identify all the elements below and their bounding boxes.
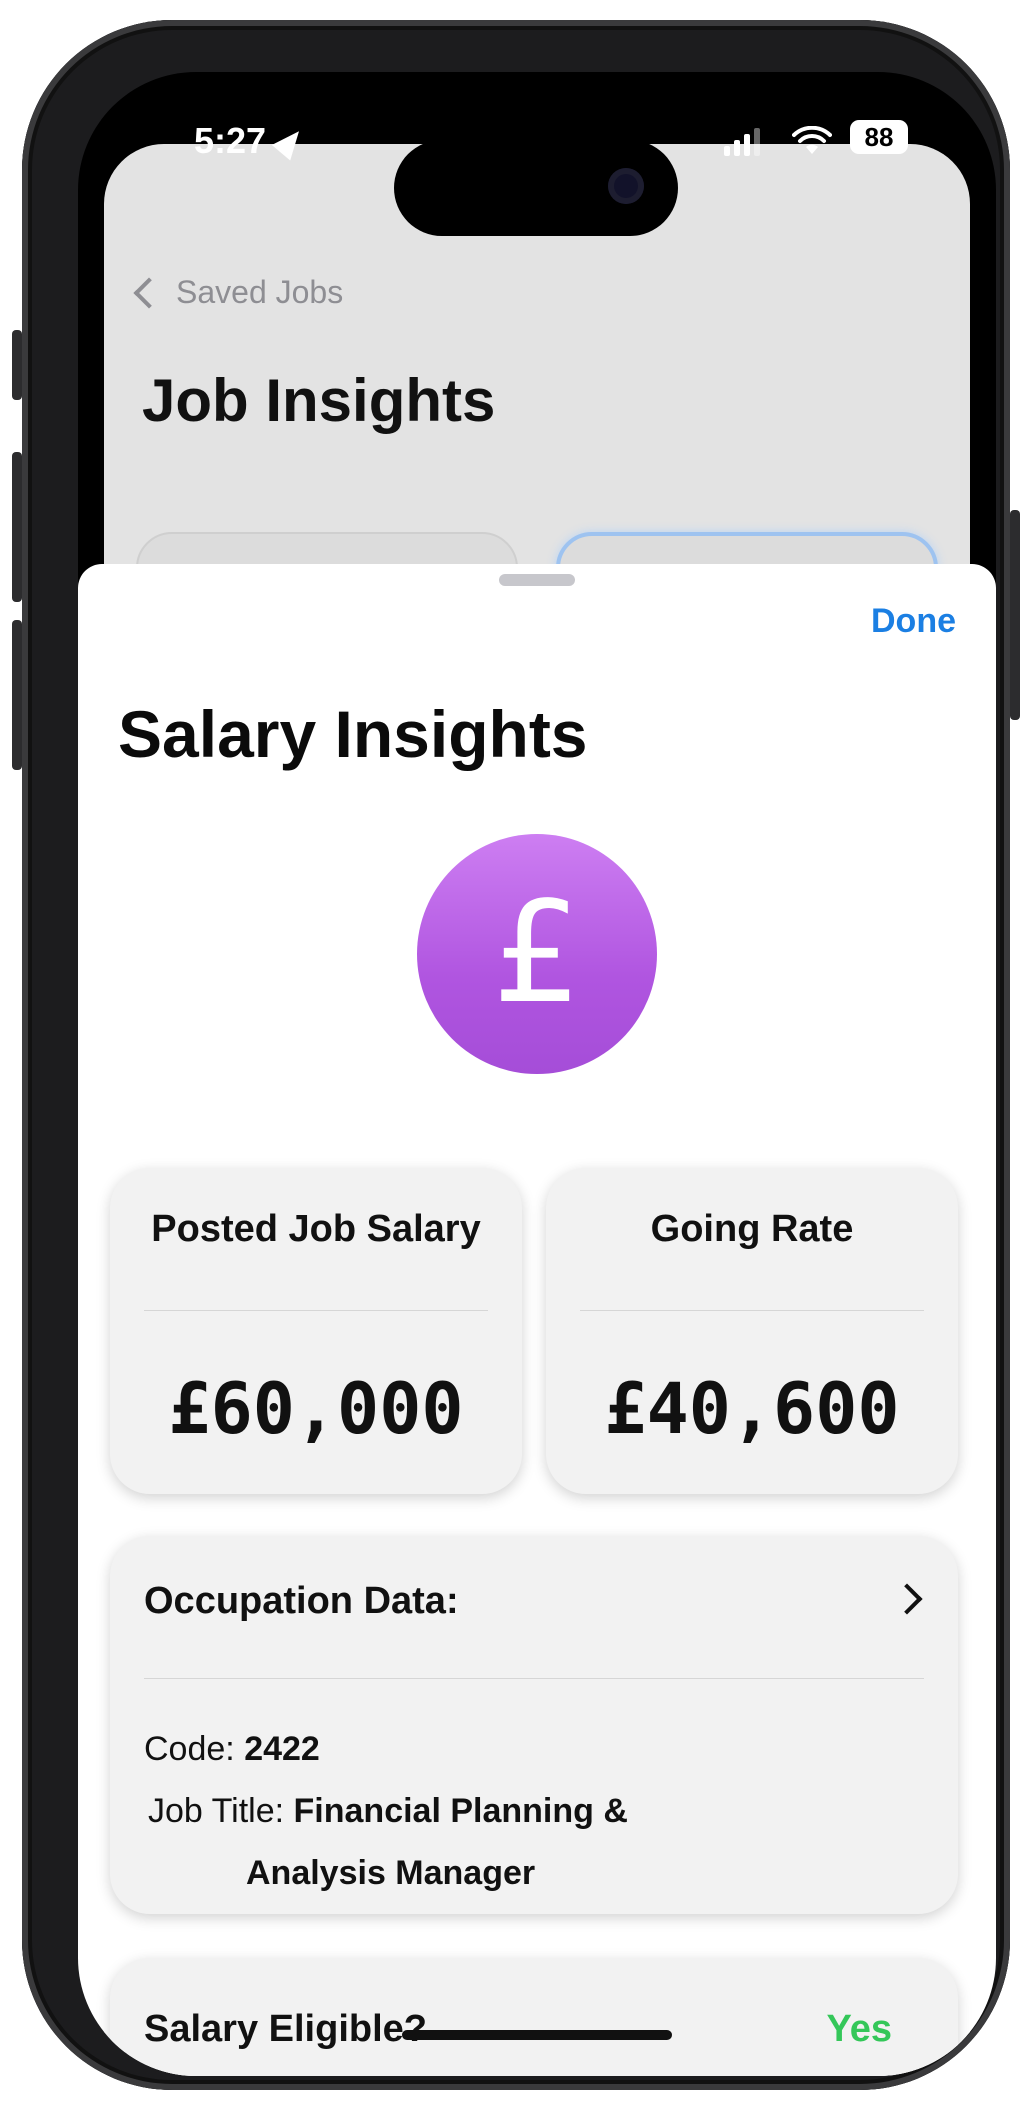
posted-salary-label: Posted Job Salary	[151, 1208, 481, 1250]
page-title: Job Insights	[142, 367, 496, 434]
salary-eligible-label: Salary Eligible?	[144, 2008, 427, 2050]
salary-eligible-value: Yes	[826, 2008, 892, 2050]
power-button	[1010, 510, 1020, 720]
status-bar: 5:27 88	[78, 120, 996, 236]
done-button[interactable]: Done	[871, 602, 956, 641]
going-rate-label: Going Rate	[650, 1208, 854, 1250]
posted-salary-card: Posted Job Salary £60,000	[110, 1168, 522, 1494]
volume-down-button	[12, 620, 22, 770]
screen: Saved Jobs Job Insights 5:27 88 Done Sal…	[78, 72, 996, 2076]
occupation-job-title: Job Title: Financial Planning &	[148, 1792, 628, 1831]
job-title-value-line1: Financial Planning &	[293, 1792, 628, 1830]
posted-salary-value: £60,000	[168, 1368, 464, 1450]
location-arrow-icon	[271, 123, 309, 161]
salary-insights-sheet: Done Salary Insights £ Posted Job Salary…	[78, 564, 996, 2076]
divider	[144, 1310, 488, 1311]
going-rate-card: Going Rate £40,600	[546, 1168, 958, 1494]
occupation-data-card[interactable]: Occupation Data: Code: 2422 Job Title: F…	[110, 1536, 958, 1914]
occupation-job-title-continued: Analysis Manager	[246, 1854, 535, 1893]
job-title-label: Job Title:	[148, 1792, 285, 1830]
status-time: 5:27	[194, 120, 267, 161]
sheet-grabber[interactable]	[499, 574, 575, 586]
battery-indicator: 88	[850, 120, 908, 154]
currency-symbol: £	[492, 872, 582, 1035]
dynamic-island	[394, 140, 678, 236]
back-button[interactable]: Saved Jobs	[130, 274, 343, 311]
wifi-icon	[792, 126, 832, 154]
chevron-left-icon	[133, 276, 165, 309]
job-title-value-line2: Analysis Manager	[246, 1854, 536, 1892]
camera-icon	[608, 168, 644, 204]
action-button	[12, 330, 22, 400]
cellular-signal-icon	[724, 126, 760, 156]
chevron-right-icon[interactable]	[891, 1583, 923, 1615]
salary-eligible-card: Salary Eligible? Yes	[110, 1958, 958, 2076]
occupation-code: Code: 2422	[144, 1730, 320, 1769]
code-label: Code:	[144, 1730, 235, 1768]
phone-frame: Saved Jobs Job Insights 5:27 88 Done Sal…	[12, 20, 1020, 2090]
code-value: 2422	[244, 1730, 320, 1768]
volume-up-button	[12, 452, 22, 602]
back-label: Saved Jobs	[176, 274, 344, 310]
occupation-title: Occupation Data:	[144, 1580, 459, 1622]
home-indicator[interactable]	[402, 2030, 672, 2040]
divider	[144, 1678, 924, 1679]
sheet-title: Salary Insights	[118, 697, 588, 771]
going-rate-value: £40,600	[604, 1368, 900, 1450]
divider	[580, 1310, 924, 1311]
pound-currency-icon: £	[417, 834, 657, 1074]
